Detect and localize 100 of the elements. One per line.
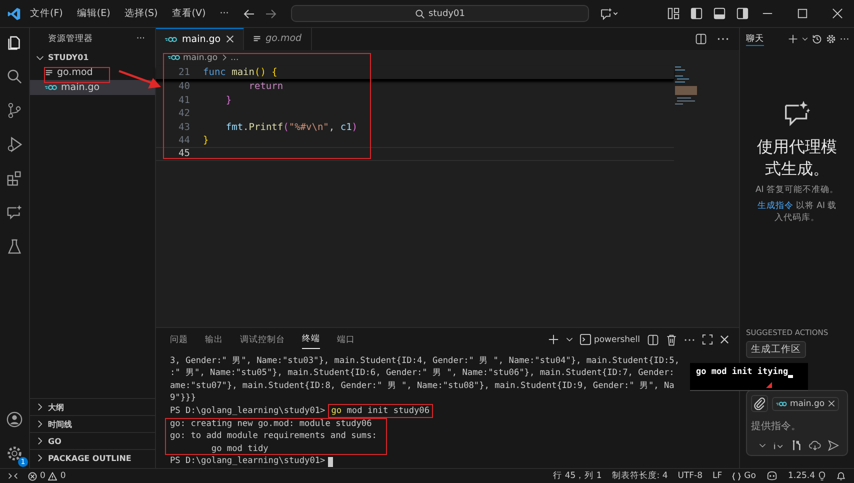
menu-item[interactable]: ···: [220, 8, 229, 19]
sidebar-section[interactable]: 大纲: [30, 398, 155, 415]
cloud-icon[interactable]: [809, 440, 821, 451]
terminal-shell-button[interactable]: powershell: [580, 334, 640, 346]
language-status[interactable]: Go: [732, 471, 756, 481]
line-number: 40: [178, 81, 191, 92]
go-file-icon: [165, 36, 177, 43]
instructions-link[interactable]: 生成指令: [757, 201, 794, 211]
chat-heading: 使用代理模式生成。: [756, 136, 838, 180]
editor-tab[interactable]: main.go: [156, 28, 244, 50]
paperclip-icon[interactable]: [751, 395, 768, 412]
breadcrumb-item[interactable]: main.go: [183, 52, 218, 63]
tools-icon[interactable]: [791, 440, 802, 451]
menu-item[interactable]: 查看(V): [172, 7, 206, 20]
panel-tab[interactable]: 输出: [205, 330, 223, 349]
menu-item[interactable]: 文件(F): [30, 7, 63, 20]
menu-item[interactable]: 编辑(E): [76, 7, 110, 20]
breadcrumb-item[interactable]: ...: [230, 52, 239, 63]
chat-sparkle-icon[interactable]: [598, 7, 619, 20]
plus-icon[interactable]: [788, 34, 798, 44]
terminal-command: go mod init study06: [328, 404, 433, 418]
maximize-panel-icon[interactable]: [702, 334, 713, 346]
terminal-output: ame:"stu07"}, main.Student{ID:8, Gender:" 男 ", Name:"stu08"}, main.Student{ID:9, Gender:" 男", Na: [170, 380, 674, 392]
more-icon[interactable]: [717, 36, 729, 41]
history-icon[interactable]: [812, 34, 822, 44]
chat-tab[interactable]: 聊天: [746, 32, 764, 46]
layout-icon[interactable]: [667, 7, 680, 20]
code-line: }: [224, 94, 232, 106]
panel-tab[interactable]: 端口: [337, 330, 355, 349]
remote-icon[interactable]: [8, 471, 18, 481]
trash-icon[interactable]: [666, 334, 677, 346]
chat-input[interactable]: main.go 提供指令。: [746, 390, 848, 456]
menu-item[interactable]: 选择(S): [124, 7, 158, 20]
split-editor-icon[interactable]: [695, 32, 707, 45]
settings-icon[interactable]: [826, 34, 836, 44]
sidebar-section[interactable]: 时间线: [30, 415, 155, 432]
go-file-icon: [45, 84, 57, 91]
chat-icon[interactable]: [6, 204, 23, 221]
info-dropdown-icon[interactable]: [773, 442, 784, 450]
search-field[interactable]: study01: [290, 5, 589, 22]
sidebar-toggle-icon[interactable]: [690, 7, 703, 20]
plus-icon[interactable]: [548, 334, 559, 346]
panel-toggle-icon[interactable]: [713, 7, 726, 20]
sidebar-section[interactable]: PACKAGE OUTLINE: [30, 449, 155, 466]
hint-text: 生成指令 以将 AI 载入代码库。: [756, 200, 838, 224]
line-number: 41: [178, 94, 191, 106]
file-item[interactable]: main.go: [30, 80, 155, 95]
maximize-icon[interactable]: [797, 8, 808, 19]
panel-tab[interactable]: 调试控制台: [240, 330, 285, 349]
bell-icon[interactable]: [836, 471, 846, 481]
settings-icon[interactable]: [6, 445, 23, 462]
file-chip[interactable]: main.go: [772, 396, 839, 410]
terminal-output: go mod tidy: [210, 442, 268, 456]
more-icon[interactable]: [684, 338, 695, 342]
go-version-status[interactable]: 1.25.4: [788, 471, 826, 481]
run-debug-icon[interactable]: [6, 136, 23, 153]
extensions-icon[interactable]: [6, 170, 23, 187]
chevron-down-icon[interactable]: [566, 336, 573, 344]
line-ending-status[interactable]: LF: [712, 471, 722, 481]
line-number: 21: [178, 67, 191, 78]
terminal-prompt: PS D:\golang_learning\study01>: [170, 405, 326, 418]
go-file-icon: [168, 54, 180, 62]
folder-header[interactable]: STUDY01: [30, 50, 155, 65]
forward-arrow-icon[interactable]: [264, 8, 277, 20]
back-arrow-icon[interactable]: [242, 8, 255, 20]
tab-size-status[interactable]: 制表符长度: 4: [612, 470, 668, 482]
chevron-down-icon[interactable]: [802, 36, 808, 42]
account-icon[interactable]: [6, 411, 23, 428]
code-line: return: [248, 81, 284, 92]
lines-file-icon: [252, 34, 261, 43]
more-actions-button[interactable]: ···: [136, 34, 145, 44]
copilot-icon[interactable]: [766, 471, 778, 481]
encoding-status[interactable]: UTF-8: [678, 471, 703, 481]
line-number: 43: [178, 122, 191, 133]
problems-status[interactable]: 0 0: [28, 471, 66, 481]
more-icon[interactable]: [840, 37, 849, 41]
cursor-position[interactable]: 行 45，列 1: [553, 470, 602, 482]
chevron-down-icon[interactable]: [759, 442, 766, 449]
close-icon[interactable]: [720, 335, 729, 344]
sidebar-section[interactable]: GO: [30, 432, 155, 449]
editor-tab[interactable]: go.mod: [244, 28, 312, 50]
code-line: fmt.Printf("%#v\n", c1): [224, 122, 358, 133]
flask-icon[interactable]: [6, 238, 23, 255]
split-terminal-icon[interactable]: [647, 334, 659, 346]
send-icon[interactable]: [828, 440, 839, 451]
panel-tab[interactable]: 终端: [302, 330, 320, 350]
search-icon[interactable]: [6, 68, 23, 85]
file-item[interactable]: go.mod: [30, 65, 155, 80]
lightbulb-icon: [818, 471, 826, 481]
suggested-action-button[interactable]: 生成工作区: [746, 341, 806, 358]
close-icon[interactable]: [832, 8, 843, 19]
files-icon[interactable]: [6, 34, 23, 51]
source-control-icon[interactable]: [6, 102, 23, 119]
go-file-icon: [776, 400, 787, 406]
secondary-sidebar-icon[interactable]: [736, 7, 749, 20]
braces-icon: [732, 472, 742, 480]
close-icon[interactable]: [828, 400, 835, 407]
terminal-snippet-tooltip: go mod init itying: [690, 363, 808, 391]
panel-tab[interactable]: 问题: [170, 330, 188, 349]
close-icon[interactable]: [226, 35, 234, 44]
